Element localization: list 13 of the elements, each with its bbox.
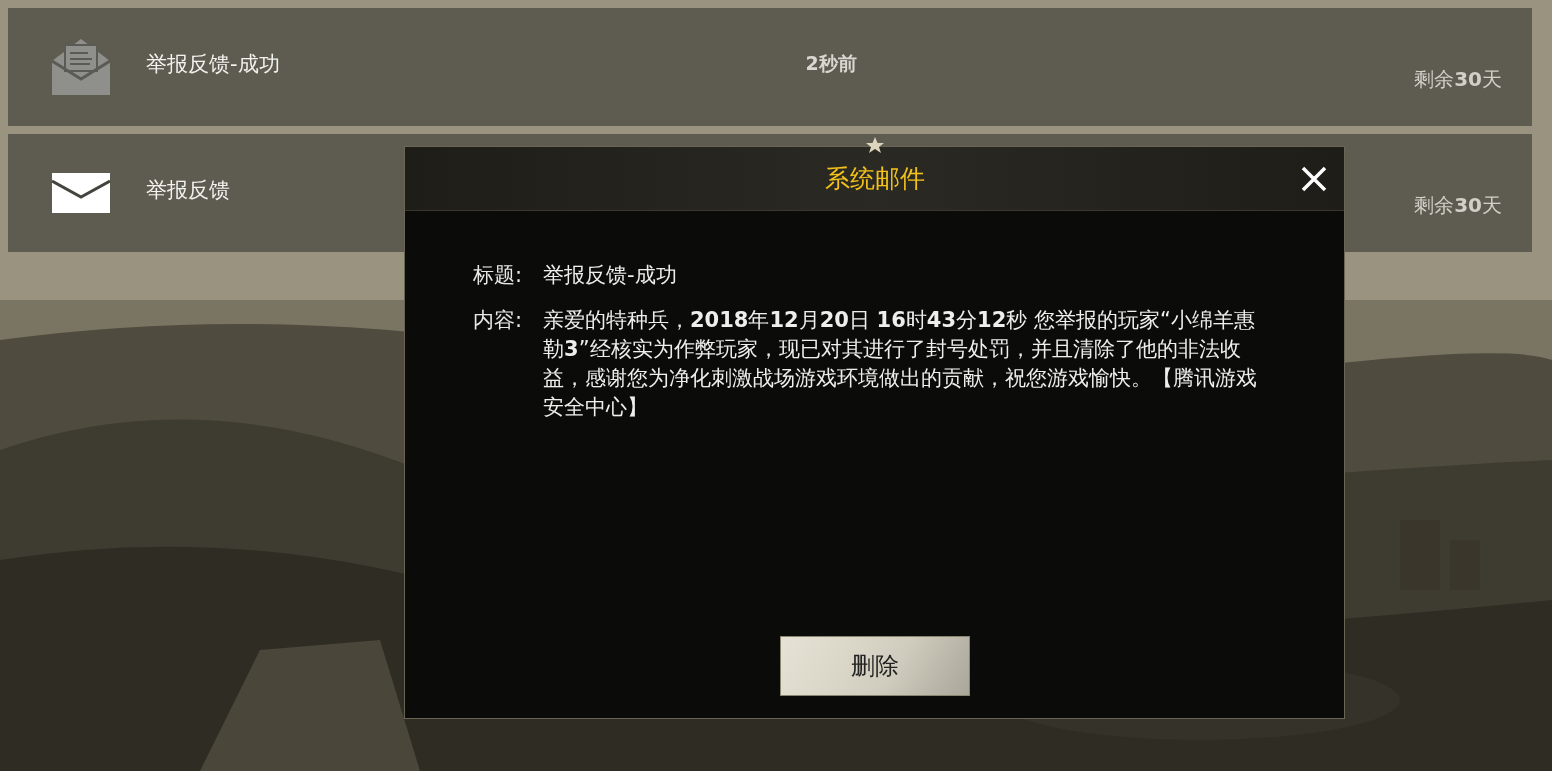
mail-time: 2秒前 <box>804 51 858 76</box>
envelope-icon <box>52 173 110 213</box>
mail-row[interactable]: 举报反馈-成功 2秒前 剩余30天 <box>8 8 1532 126</box>
mail-title: 举报反馈-成功 <box>146 51 281 78</box>
content-text: 亲爱的特种兵，2018年12月20日 16时43分12秒 您举报的玩家“小绵羊惠勒3”经核实为作弊玩家，现已对其进行了封号处罚，并且清除了他的非法收益，感谢您为净化刺激战场游戏环境做出的贡献，祝您游戏愉快。【腾讯游戏安全中心】 <box>543 307 1258 421</box>
mail-title: 举报反馈 <box>146 177 231 204</box>
delete-button[interactable]: 删除 <box>779 636 970 696</box>
remaining-days: 剩余30天 <box>1414 65 1502 93</box>
content-label: 内容: <box>473 307 524 334</box>
dialog-title: 系统邮件 <box>824 163 925 195</box>
subject-label: 标题: <box>473 262 524 289</box>
subject-text: 举报反馈-成功 <box>543 262 678 289</box>
remaining-days: 剩余30天 <box>1414 191 1502 219</box>
